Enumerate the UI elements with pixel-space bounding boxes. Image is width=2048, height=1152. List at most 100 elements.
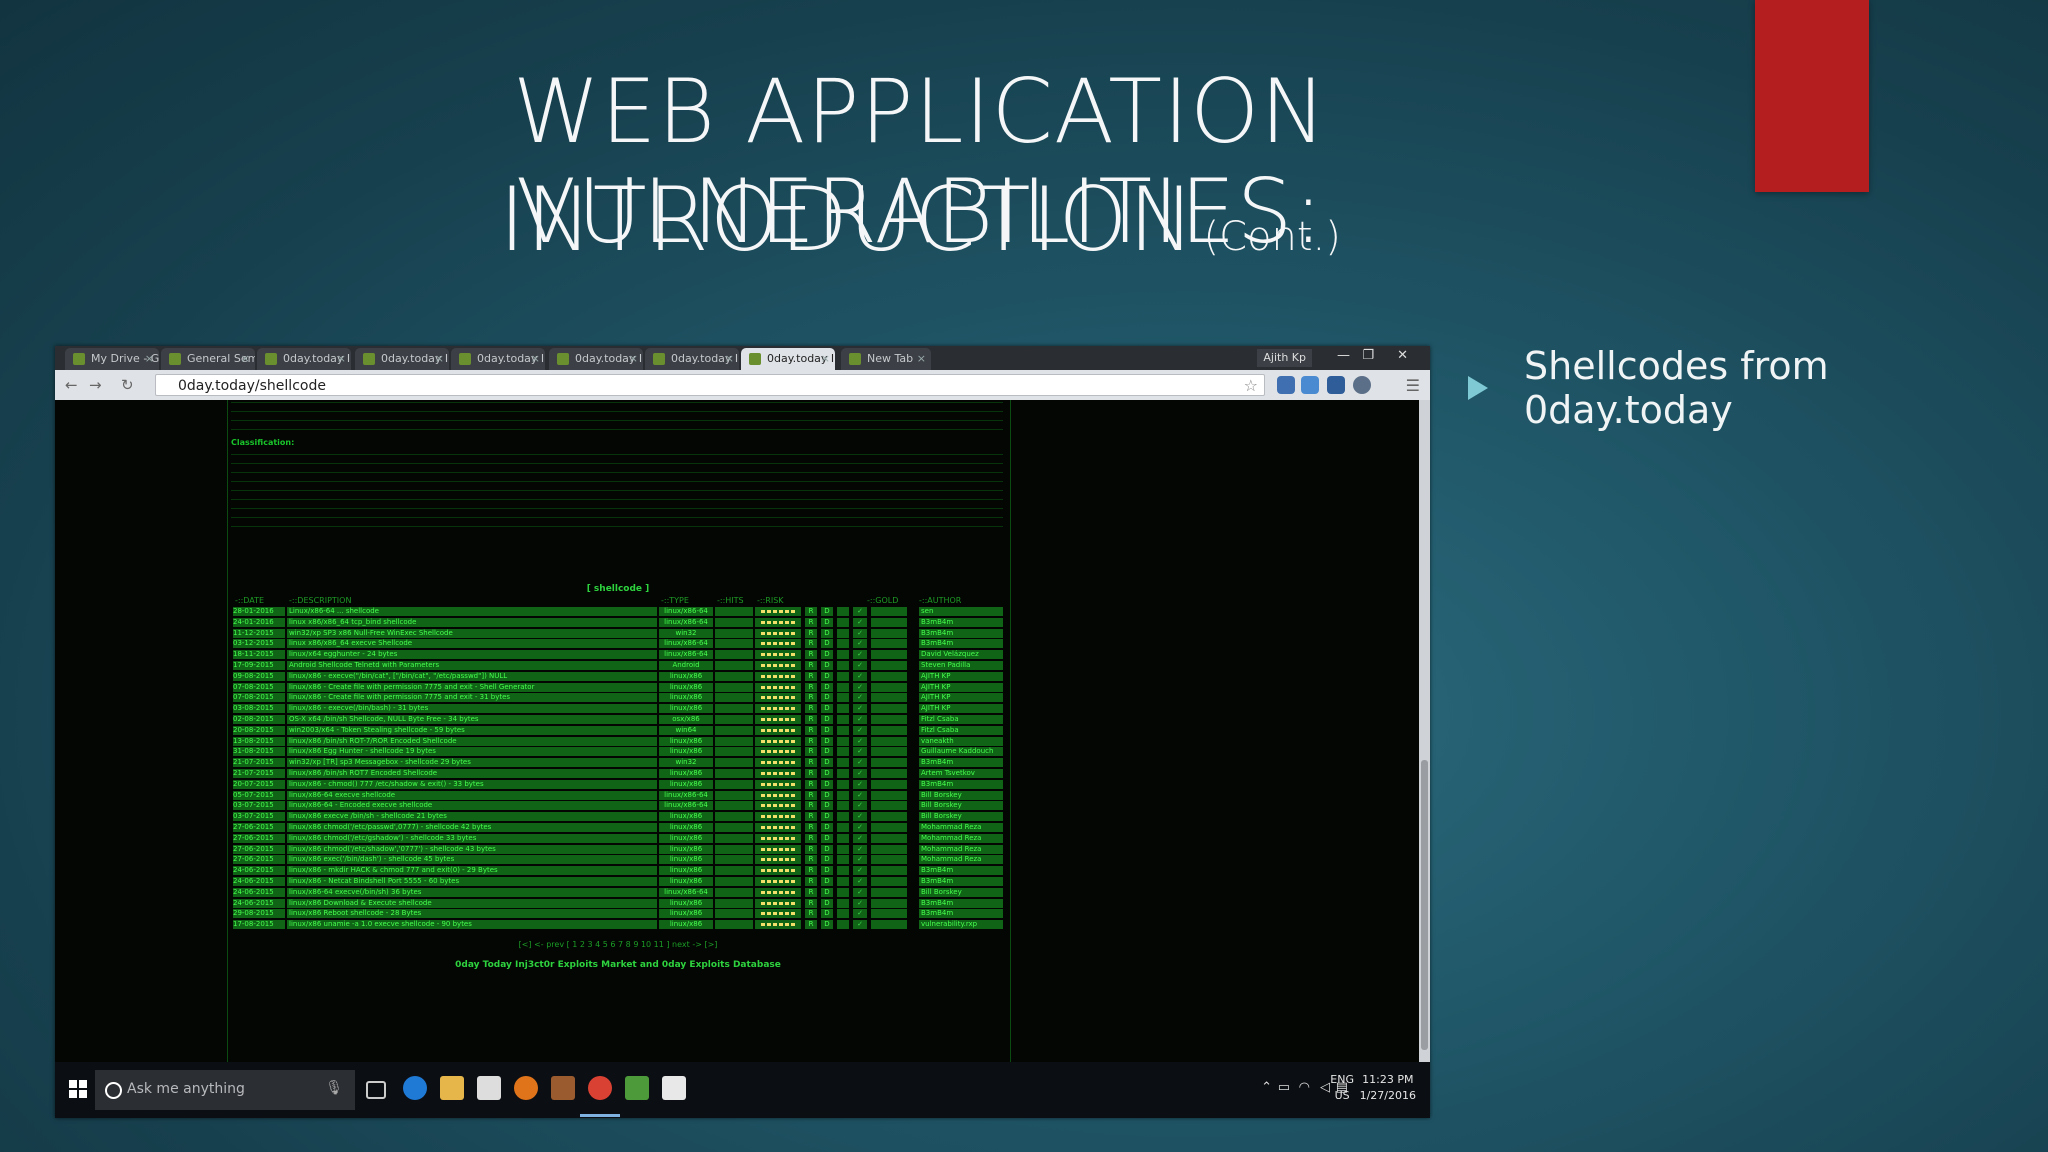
- browser-tab[interactable]: 0day.today In ×: [645, 348, 739, 370]
- row-d-icon[interactable]: D: [821, 812, 833, 822]
- row-author[interactable]: Bill Borskey: [919, 790, 1003, 800]
- table-row[interactable]: 20-07-2015 linux/x86 - chmod() 777 /etc/s…: [233, 779, 1003, 790]
- table-row[interactable]: 05-07-2015 linux/x86-64 execve shellcode l…: [233, 790, 1003, 801]
- browser-tab[interactable]: 0day.today In ×: [257, 348, 351, 370]
- row-author[interactable]: David Velázquez: [919, 650, 1003, 660]
- row-r-icon[interactable]: R: [805, 855, 817, 865]
- table-row[interactable]: 31-08-2015 linux/x86 Egg Hunter - shellco…: [233, 746, 1003, 757]
- table-row[interactable]: 27-06-2015 linux/x86 chmod('/etc/passwd',…: [233, 822, 1003, 833]
- row-r-icon[interactable]: R: [805, 704, 817, 714]
- back-icon[interactable]: ←: [65, 376, 78, 394]
- row-description[interactable]: linux/x86 - Netcat Bindshell Port 5555 -…: [287, 876, 657, 886]
- table-row[interactable]: 03-07-2015 linux/x86 execve /bin/sh - she…: [233, 811, 1003, 822]
- row-description[interactable]: linux/x86 exec('/bin/dash') - shellcode …: [287, 855, 657, 865]
- table-row[interactable]: 18-11-2015 linux/x64 egghunter - 24 bytes…: [233, 649, 1003, 660]
- row-author[interactable]: B3mB4m: [919, 909, 1003, 919]
- row-description[interactable]: linux/x86 chmod('/etc/passwd',0777) - sh…: [287, 822, 657, 832]
- row-description[interactable]: win2003/x64 - Token Stealing shellcode -…: [287, 725, 657, 735]
- table-row[interactable]: 24-06-2015 linux/x86 Download & Execute s…: [233, 898, 1003, 909]
- store-icon[interactable]: [477, 1076, 501, 1100]
- firefox-icon[interactable]: [514, 1076, 538, 1100]
- row-r-icon[interactable]: R: [805, 736, 817, 746]
- row-d-icon[interactable]: D: [821, 909, 833, 919]
- table-row[interactable]: 03-08-2015 linux/x86 - execve(/bin/bash) …: [233, 703, 1003, 714]
- row-description[interactable]: linux/x86 - chmod() 777 /etc/shadow & ex…: [287, 779, 657, 789]
- row-author[interactable]: Guillaume Kaddouch: [919, 747, 1003, 757]
- row-d-icon[interactable]: D: [821, 768, 833, 778]
- row-d-icon[interactable]: D: [821, 855, 833, 865]
- tab-close-icon[interactable]: ×: [917, 348, 926, 370]
- table-row[interactable]: 27-06-2015 linux/x86 exec('/bin/dash') - …: [233, 854, 1003, 865]
- row-description[interactable]: linux x86/x86_64 tcp_bind shellcode: [287, 617, 657, 627]
- browser-tab[interactable]: 0day.today In ×: [741, 348, 835, 370]
- table-row[interactable]: 29-08-2015 linux/x86 Reboot shellcode - 2…: [233, 908, 1003, 919]
- row-author[interactable]: Mohammad Reza: [919, 855, 1003, 865]
- address-bar[interactable]: 0day.today/shellcode ☆: [155, 374, 1265, 396]
- row-description[interactable]: linux/x86-64 - Encoded execve shellcode: [287, 801, 657, 811]
- tab-close-icon[interactable]: ×: [531, 348, 540, 370]
- row-author[interactable]: AJITH KP: [919, 682, 1003, 692]
- row-r-icon[interactable]: R: [805, 671, 817, 681]
- row-d-icon[interactable]: D: [821, 779, 833, 789]
- row-d-icon[interactable]: D: [821, 725, 833, 735]
- row-author[interactable]: B3mB4m: [919, 628, 1003, 638]
- row-description[interactable]: linux/x86 /bin/sh ROT7 Encoded Shellcode: [287, 768, 657, 778]
- row-description[interactable]: linux/x86-64 execve shellcode: [287, 790, 657, 800]
- row-d-icon[interactable]: D: [821, 833, 833, 843]
- table-row[interactable]: 27-06-2015 linux/x86 chmod('/etc/shadow',…: [233, 844, 1003, 855]
- row-description[interactable]: linux/x64 egghunter - 24 bytes: [287, 650, 657, 660]
- extension-globe-icon[interactable]: [1277, 376, 1295, 394]
- media-player-icon[interactable]: [551, 1076, 575, 1100]
- row-description[interactable]: linux/x86 /bin/sh ROT-7/ROR Encoded Shel…: [287, 736, 657, 746]
- row-author[interactable]: Mohammad Reza: [919, 833, 1003, 843]
- restore-icon[interactable]: ❐: [1362, 348, 1374, 363]
- row-r-icon[interactable]: R: [805, 747, 817, 757]
- row-author[interactable]: Bill Borskey: [919, 887, 1003, 897]
- menu-icon[interactable]: ☰: [1406, 376, 1420, 395]
- table-row[interactable]: 17-09-2015 Android Shellcode Telnetd with…: [233, 660, 1003, 671]
- tab-close-icon[interactable]: ×: [337, 348, 346, 370]
- row-r-icon[interactable]: R: [805, 714, 817, 724]
- row-d-icon[interactable]: D: [821, 660, 833, 670]
- row-d-icon[interactable]: D: [821, 887, 833, 897]
- row-author[interactable]: B3mB4m: [919, 779, 1003, 789]
- row-r-icon[interactable]: R: [805, 876, 817, 886]
- row-r-icon[interactable]: R: [805, 628, 817, 638]
- row-r-icon[interactable]: R: [805, 758, 817, 768]
- row-description[interactable]: Android Shellcode Telnetd with Parameter…: [287, 660, 657, 670]
- tab-close-icon[interactable]: ×: [435, 348, 444, 370]
- bookmark-star-icon[interactable]: ☆: [1244, 375, 1258, 397]
- row-description[interactable]: linux/x86 chmod('/etc/shadow','0777') - …: [287, 844, 657, 854]
- row-description[interactable]: linux/x86 execve /bin/sh - shellcode 21 …: [287, 812, 657, 822]
- wifi-icon[interactable]: ◠: [1299, 1080, 1310, 1095]
- forward-icon[interactable]: →: [89, 376, 102, 394]
- browser-tab[interactable]: General Sem ×: [161, 348, 255, 370]
- table-row[interactable]: 02-08-2015 OS-X x64 /bin/sh Shellcode, NU…: [233, 714, 1003, 725]
- battery-icon[interactable]: ▭: [1278, 1080, 1290, 1095]
- row-r-icon[interactable]: R: [805, 844, 817, 854]
- row-author[interactable]: Fitzl Csaba: [919, 714, 1003, 724]
- volume-icon[interactable]: ◁: [1320, 1080, 1330, 1095]
- tab-close-icon[interactable]: ×: [145, 348, 154, 370]
- row-r-icon[interactable]: R: [805, 790, 817, 800]
- row-author[interactable]: vulnerability.rxp: [919, 920, 1003, 930]
- table-row[interactable]: 28-01-2016 Linux/x86-64 ... shellcode linu…: [233, 606, 1003, 617]
- language-indicator[interactable]: ENG US: [1330, 1072, 1354, 1104]
- row-r-icon[interactable]: R: [805, 801, 817, 811]
- row-r-icon[interactable]: R: [805, 768, 817, 778]
- file-explorer-icon[interactable]: [440, 1076, 464, 1100]
- row-author[interactable]: B3mB4m: [919, 758, 1003, 768]
- minimize-icon[interactable]: —: [1337, 348, 1350, 363]
- table-row[interactable]: 11-12-2015 win32/xp SP3 x86 Null-Free Win…: [233, 628, 1003, 639]
- row-author[interactable]: B3mB4m: [919, 639, 1003, 649]
- table-row[interactable]: 21-07-2015 linux/x86 /bin/sh ROT7 Encoded…: [233, 768, 1003, 779]
- row-author[interactable]: B3mB4m: [919, 876, 1003, 886]
- row-d-icon[interactable]: D: [821, 866, 833, 876]
- row-author[interactable]: Bill Borskey: [919, 812, 1003, 822]
- close-icon[interactable]: ✕: [1397, 348, 1408, 363]
- system-clock[interactable]: 11:23 PM 1/27/2016: [1360, 1072, 1416, 1104]
- table-row[interactable]: 13-08-2015 linux/x86 /bin/sh ROT-7/ROR En…: [233, 736, 1003, 747]
- row-d-icon[interactable]: D: [821, 704, 833, 714]
- row-d-icon[interactable]: D: [821, 714, 833, 724]
- windows-start-icon[interactable]: [69, 1080, 87, 1098]
